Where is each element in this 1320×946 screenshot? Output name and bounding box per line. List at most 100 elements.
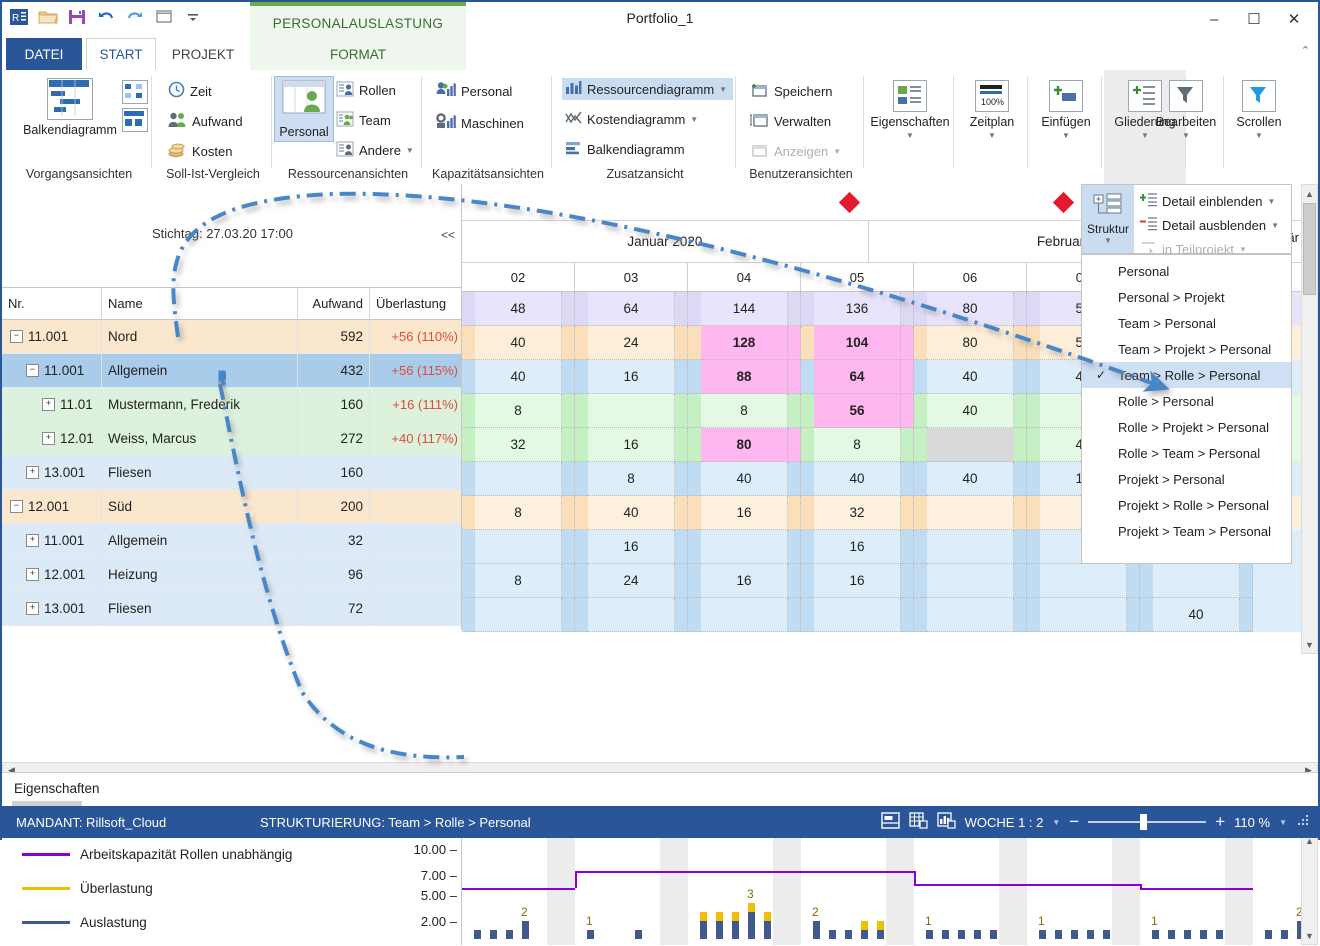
bearbeiten-button[interactable]: Bearbeiten ▼ [1148, 80, 1224, 140]
timeline-row[interactable]: 40 [462, 598, 1302, 632]
grid-vertical-scrollbar[interactable]: ▲ ▼ [1301, 184, 1318, 654]
load-bar[interactable] [764, 921, 771, 939]
timeline-cell[interactable] [588, 394, 675, 428]
load-bar[interactable] [587, 930, 594, 939]
verwalten-button[interactable]: Verwalten [750, 111, 831, 131]
tab-start[interactable]: START [86, 38, 156, 70]
load-bar[interactable] [861, 930, 868, 939]
collapse-pane-button[interactable]: << [441, 228, 455, 242]
timeline-cell[interactable]: 16 [814, 530, 901, 564]
timeline-cell[interactable]: 16 [814, 564, 901, 598]
menu-item[interactable]: Rolle > Projekt > Personal [1082, 414, 1291, 440]
timeline-cell[interactable] [475, 530, 562, 564]
timeline-cell[interactable]: 8 [701, 394, 788, 428]
struktur-button[interactable]: Struktur ▼ [1082, 185, 1134, 253]
timeline-cell[interactable]: 136 [814, 292, 901, 326]
zusatz-balkendiagramm-button[interactable]: Balkendiagramm [565, 140, 685, 158]
chevron-down-icon[interactable]: ▼ [1062, 131, 1070, 140]
chevron-down-icon[interactable]: ▼ [988, 131, 996, 140]
menu-item[interactable]: Team > Projekt > Personal [1082, 336, 1291, 362]
load-bar[interactable] [700, 921, 707, 939]
load-bar[interactable] [1168, 930, 1175, 939]
einfuegen-button[interactable]: Einfügen ▼ [1030, 80, 1102, 140]
load-bar[interactable] [926, 930, 933, 939]
properties-label[interactable]: Eigenschaften [14, 781, 100, 796]
zoom-slider-thumb[interactable] [1140, 814, 1148, 830]
load-bar[interactable] [990, 930, 997, 939]
load-bar[interactable] [1281, 930, 1288, 939]
load-bar[interactable] [1200, 930, 1207, 939]
timeline-cell[interactable] [927, 564, 1014, 598]
load-bar[interactable] [635, 930, 642, 939]
table-row[interactable]: −12.001 Süd 200 [2, 490, 461, 524]
maschinen-button[interactable]: Maschinen [436, 113, 524, 133]
menu-item[interactable]: Team > Personal [1082, 310, 1291, 336]
wbs-view-icon[interactable] [122, 108, 148, 132]
table-row[interactable]: +12.001 Heizung 96 [2, 558, 461, 592]
andere-button[interactable]: Andere ▼ [336, 141, 414, 160]
load-bar[interactable] [732, 921, 739, 939]
overload-bar[interactable] [748, 903, 755, 912]
expand-icon[interactable]: + [42, 432, 55, 445]
split-view-icon[interactable] [880, 812, 900, 832]
status-right-controls[interactable]: WOCHE 1 : 2 ▼ − + 110 % ▼ [880, 812, 1309, 832]
timeline-cell[interactable] [475, 462, 562, 496]
rollen-button[interactable]: Rollen [336, 81, 396, 100]
expand-icon[interactable]: + [42, 398, 55, 411]
load-bar[interactable] [1087, 930, 1094, 939]
load-bar[interactable] [974, 930, 981, 939]
col-header-name[interactable]: Name [102, 288, 298, 320]
detail-ausblenden-button[interactable]: Detail ausblenden ▼ [1140, 216, 1279, 234]
scrollbar-thumb[interactable] [1303, 203, 1316, 295]
chevron-down-icon[interactable]: ▼ [1271, 221, 1279, 230]
table-body[interactable]: −11.001 Nord 592 +56 (110%) −11.001 Allgemein… [2, 320, 462, 630]
col-header-ueberlastung[interactable]: Überlastung [370, 288, 462, 320]
kapazitaet-personal-button[interactable]: Personal [436, 81, 512, 101]
zoom-slider[interactable] [1088, 814, 1207, 830]
chevron-down-icon[interactable]: ▼ [1279, 818, 1287, 827]
aufwand-button[interactable]: Aufwand [168, 111, 243, 131]
eigenschaften-button[interactable]: Eigenschaften ▼ [866, 80, 954, 140]
load-bar[interactable] [829, 930, 836, 939]
load-bar[interactable] [1216, 930, 1223, 939]
milestone-marker[interactable] [838, 191, 860, 214]
overload-bar[interactable] [764, 912, 771, 921]
balkendiagramm-button[interactable]: Balkendiagramm [22, 78, 118, 137]
menu-item[interactable]: Personal [1082, 258, 1291, 284]
timeline-cell[interactable]: 104 [814, 326, 901, 360]
legend-item-ueberlastung[interactable]: Überlastung [22, 881, 153, 896]
load-bar[interactable] [474, 930, 481, 939]
timeline-cell[interactable]: 80 [927, 292, 1014, 326]
chevron-down-icon[interactable]: ▼ [719, 85, 727, 94]
chart-view-icon[interactable] [936, 812, 956, 832]
chart-plot-area[interactable]: 21321112 [462, 831, 1302, 945]
tab-projekt[interactable]: PROJEKT [160, 38, 246, 70]
kostendiagramm-button[interactable]: Kostendiagramm ▼ [565, 110, 698, 128]
timeline-cell[interactable]: 40 [475, 360, 562, 394]
menu-item[interactable]: Rolle > Personal [1082, 388, 1291, 414]
load-bar[interactable] [716, 921, 723, 939]
timeline-cell[interactable]: 16 [701, 564, 788, 598]
timeline-cell[interactable] [475, 598, 562, 632]
chevron-down-icon[interactable]: ▼ [1052, 818, 1060, 827]
struktur-dropdown-menu[interactable]: Personal Personal > Projekt Team > Persona… [1081, 254, 1292, 564]
menu-item[interactable]: Projekt > Rolle > Personal [1082, 492, 1291, 518]
collapse-icon[interactable]: − [10, 500, 23, 513]
overload-bar[interactable] [716, 912, 723, 921]
timeline-cell[interactable] [927, 530, 1014, 564]
timeline-cell[interactable]: 8 [588, 462, 675, 496]
col-header-nr[interactable]: Nr. [2, 288, 102, 320]
timeline-cell[interactable] [814, 598, 901, 632]
timeline-cell[interactable]: 40 [588, 496, 675, 530]
timeline-row[interactable]: 8 24 16 16 [462, 564, 1302, 598]
window-controls[interactable]: – ☐ ✕ [1194, 4, 1314, 34]
team-button[interactable]: Team [336, 111, 391, 130]
timeline-cell[interactable] [1153, 564, 1240, 598]
menu-item[interactable]: Personal > Projekt [1082, 284, 1291, 310]
timeline-cell[interactable]: 32 [475, 428, 562, 462]
timeline-cell[interactable]: 88 [701, 360, 788, 394]
timeline-cell[interactable]: 16 [588, 360, 675, 394]
timeline-cell[interactable] [701, 530, 788, 564]
legend-item-kapazitaet[interactable]: Arbeitskapazität Rollen unabhängig [22, 847, 292, 862]
overload-bar[interactable] [700, 912, 707, 921]
